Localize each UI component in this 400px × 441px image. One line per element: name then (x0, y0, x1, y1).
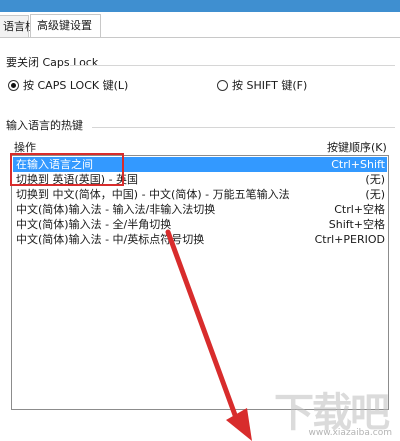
column-header-action: 操作 (14, 141, 36, 154)
radio-unchecked-icon[interactable] (217, 79, 228, 91)
tab-language-bar[interactable]: 语言栏 (0, 15, 36, 37)
list-item-keys: Ctrl+空格 (334, 203, 385, 216)
tab-advanced-key-settings[interactable]: 高级键设置 (30, 14, 101, 37)
hotkeys-section-title: 输入语言的热键 (6, 119, 83, 132)
list-item-wubi-ime[interactable]: 切换到 中文(简体，中国) - 中文(简体) - 万能五笔输入法 (无) (13, 187, 387, 202)
caps-lock-key-option[interactable]: 按 CAPS LOCK 键(L) (8, 77, 128, 93)
list-item-action: 中文(简体)输入法 - 中/英标点符号切换 (16, 233, 205, 246)
list-item-ime-toggle[interactable]: 中文(简体)输入法 - 输入法/非输入法切换 Ctrl+空格 (13, 202, 387, 217)
caps-lock-section-title: 要关闭 Caps Lock (6, 56, 99, 69)
list-item-action: 在输入语言之间 (16, 158, 93, 171)
caps-lock-key-option-label: 按 CAPS LOCK 键(L) (23, 79, 129, 92)
window-titlebar (0, 0, 400, 12)
column-header-keys: 按键顺序(K) (327, 141, 387, 154)
list-item-switch-input-language[interactable]: 在输入语言之间 Ctrl+Shift (13, 157, 387, 172)
hotkeys-list[interactable]: 在输入语言之间 Ctrl+Shift 切换到 英语(英国) - 英国 (无) 切… (11, 155, 389, 410)
list-item-keys: (无) (365, 173, 385, 186)
list-item-action: 中文(简体)输入法 - 输入法/非输入法切换 (16, 203, 216, 216)
radio-checked-icon[interactable] (8, 79, 19, 91)
list-item-punctuation-toggle[interactable]: 中文(简体)输入法 - 中/英标点符号切换 Ctrl+PERIOD (13, 232, 387, 247)
list-item-keys: Shift+空格 (328, 218, 385, 231)
shift-key-option-label: 按 SHIFT 键(F) (232, 79, 308, 92)
list-item-english-uk[interactable]: 切换到 英语(英国) - 英国 (无) (13, 172, 387, 187)
list-item-full-half-width[interactable]: 中文(简体)输入法 - 全/半角切换 Shift+空格 (13, 217, 387, 232)
caps-lock-divider (70, 65, 395, 66)
list-item-action: 切换到 中文(简体，中国) - 中文(简体) - 万能五笔输入法 (16, 188, 290, 201)
watermark-url: www.xiazaiba.com (308, 428, 392, 438)
list-item-keys: (无) (365, 188, 385, 201)
list-item-keys: Ctrl+PERIOD (314, 233, 385, 246)
watermark-logo: 下载吧 www.xiazaiba.com (262, 377, 400, 441)
list-item-action: 中文(简体)输入法 - 全/半角切换 (16, 218, 172, 231)
shift-key-option[interactable]: 按 SHIFT 键(F) (217, 77, 307, 93)
list-item-action: 切换到 英语(英国) - 英国 (16, 173, 139, 186)
tab-strip: 语言栏 高级键设置 (0, 12, 400, 38)
hotkeys-divider (92, 127, 395, 128)
list-item-keys: Ctrl+Shift (331, 158, 385, 171)
